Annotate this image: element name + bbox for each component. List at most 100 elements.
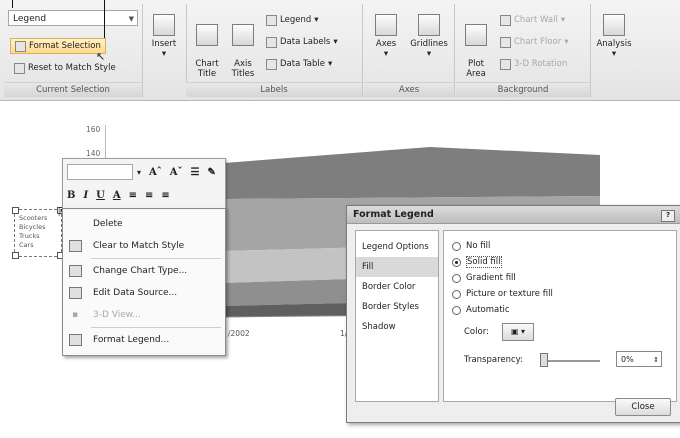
no-fill-option[interactable]: No fill	[452, 239, 490, 253]
analysis-label: Analysis	[596, 39, 632, 49]
gradient-fill-option[interactable]: Gradient fill	[452, 271, 516, 285]
category-fill[interactable]: Fill	[356, 257, 438, 277]
picture-fill-option[interactable]: Picture or texture fill	[452, 287, 553, 301]
menu-item-clear-to-match[interactable]: Clear to Match Style	[63, 235, 225, 257]
format-selection-button[interactable]: Format Selection	[10, 38, 106, 54]
chart-title-button[interactable]: Chart Title	[192, 14, 222, 79]
format-legend-icon	[68, 334, 82, 346]
chart-title-icon	[196, 24, 218, 46]
option-label: Solid fill	[466, 256, 502, 268]
menu-item-label: 3-D View...	[93, 310, 141, 320]
font-size-combo[interactable]	[67, 164, 133, 180]
category-legend-options[interactable]: Legend Options	[356, 237, 438, 257]
gridlines-label: Gridlines	[410, 39, 448, 49]
chevron-down-icon[interactable]: ▾	[133, 167, 145, 177]
3d-rotation-button[interactable]: 3-D Rotation	[496, 56, 571, 72]
analysis-group: Analysis ▾	[592, 4, 636, 97]
resize-handle[interactable]	[12, 207, 19, 214]
analysis-button[interactable]: Analysis ▾	[596, 14, 632, 59]
underline-button[interactable]: U	[92, 190, 109, 201]
menu-item-label: Delete	[93, 219, 123, 229]
chart-floor-button[interactable]: Chart Floor ▾	[496, 34, 573, 50]
callout-line	[12, 0, 13, 8]
data-labels-label: Data Labels	[280, 37, 331, 47]
chart-wall-button[interactable]: Chart Wall ▾	[496, 12, 569, 28]
area-series-1	[224, 147, 600, 199]
category-border-color[interactable]: Border Color	[356, 277, 438, 297]
legend-entry: Scooters	[19, 214, 48, 222]
menu-item-edit-data-source[interactable]: Edit Data Source...	[63, 282, 225, 304]
current-selection-group-label: Current Selection	[4, 82, 142, 97]
format-painter-icon[interactable]: ✎	[204, 167, 220, 178]
align-center-icon[interactable]: ≡	[141, 190, 157, 201]
menu-item-label: Edit Data Source...	[93, 288, 178, 298]
plot-area-icon	[465, 24, 487, 46]
dialog-title: Format Legend	[353, 209, 434, 220]
reset-style-icon	[68, 240, 82, 252]
menu-item-3d-view[interactable]: ▪ 3-D View...	[63, 304, 225, 326]
font-color-button[interactable]: A	[109, 190, 125, 201]
analysis-icon	[603, 14, 625, 36]
option-label: Gradient fill	[466, 273, 516, 283]
help-icon[interactable]: ?	[661, 210, 675, 222]
rotation-icon	[500, 58, 511, 70]
italic-button[interactable]: I	[79, 190, 92, 201]
insert-button[interactable]: Insert ▾	[148, 14, 180, 59]
spinner-icon[interactable]: ⇕	[653, 352, 659, 368]
transparency-value: 0%	[621, 355, 634, 364]
mouse-cursor-icon: ↖	[96, 50, 106, 63]
format-icon	[15, 40, 26, 52]
category-border-styles[interactable]: Border Styles	[356, 297, 438, 317]
dialog-title-bar[interactable]: Format Legend ?	[347, 206, 680, 224]
legend-label: Legend	[280, 15, 312, 25]
insert-icon	[153, 14, 175, 36]
solid-fill-option[interactable]: Solid fill	[452, 255, 502, 269]
labels-group-label: Labels	[186, 82, 362, 97]
category-shadow[interactable]: Shadow	[356, 317, 438, 337]
axes-button[interactable]: Axes ▾	[368, 14, 404, 59]
grow-font-button[interactable]: Aˆ	[145, 167, 166, 178]
automatic-fill-option[interactable]: Automatic	[452, 303, 510, 317]
axis-titles-button[interactable]: Axis Titles	[228, 14, 258, 79]
axes-label: Axes	[375, 39, 397, 49]
chart-floor-label: Chart Floor	[514, 37, 562, 47]
x-tick-label: /2002	[228, 329, 250, 338]
legend-icon	[266, 14, 277, 26]
close-button[interactable]: Close	[615, 398, 671, 416]
color-picker-button[interactable]: ▣ ▾	[502, 323, 534, 341]
chart-element-value: Legend	[13, 14, 47, 24]
menu-separator	[91, 258, 221, 259]
align-right-icon[interactable]: ≡	[157, 190, 173, 201]
legend-button[interactable]: Legend ▾	[262, 12, 323, 28]
data-table-button[interactable]: Data Table ▾	[262, 56, 336, 72]
3d-view-icon: ▪	[71, 310, 79, 320]
insert-group: Insert ▾	[142, 4, 187, 97]
insert-label: Insert	[151, 39, 177, 49]
reset-icon	[14, 62, 25, 74]
menu-item-change-chart-type[interactable]: Change Chart Type...	[63, 260, 225, 282]
transparency-slider-thumb[interactable]	[540, 353, 548, 367]
radio-icon	[452, 273, 461, 283]
format-legend-dialog: Format Legend ? Legend Options Fill Bord…	[346, 205, 680, 423]
bold-button[interactable]: B	[63, 190, 79, 201]
resize-handle[interactable]	[12, 252, 19, 259]
align-left-icon[interactable]: ≡	[125, 190, 141, 201]
color-label: Color:	[464, 327, 489, 337]
mini-toolbar-row-1: ▾ Aˆ Aˇ ☰ ✎	[63, 161, 225, 183]
menu-separator	[91, 327, 221, 328]
data-labels-button[interactable]: Data Labels ▾	[262, 34, 342, 50]
chart-legend[interactable]: Scooters Bicycles Trucks Cars	[12, 207, 64, 259]
transparency-slider-track[interactable]	[540, 360, 600, 362]
menu-item-format-legend[interactable]: Format Legend...	[63, 329, 225, 351]
gridlines-icon	[418, 14, 440, 36]
plot-area-button[interactable]: Plot Area	[460, 14, 492, 79]
transparency-value-input[interactable]: 0% ⇕	[616, 351, 662, 367]
menu-item-label: Clear to Match Style	[93, 241, 185, 251]
bullets-button[interactable]: ☰	[187, 167, 204, 178]
gridlines-button[interactable]: Gridlines ▾	[408, 14, 450, 59]
chart-element-combo[interactable]: Legend ▼	[8, 10, 138, 26]
chevron-down-icon: ▼	[128, 15, 134, 23]
shrink-font-button[interactable]: Aˇ	[166, 167, 187, 178]
current-selection-group: Legend ▼ Format Selection Reset to Match…	[4, 4, 143, 97]
menu-item-delete[interactable]: Delete	[63, 213, 225, 235]
